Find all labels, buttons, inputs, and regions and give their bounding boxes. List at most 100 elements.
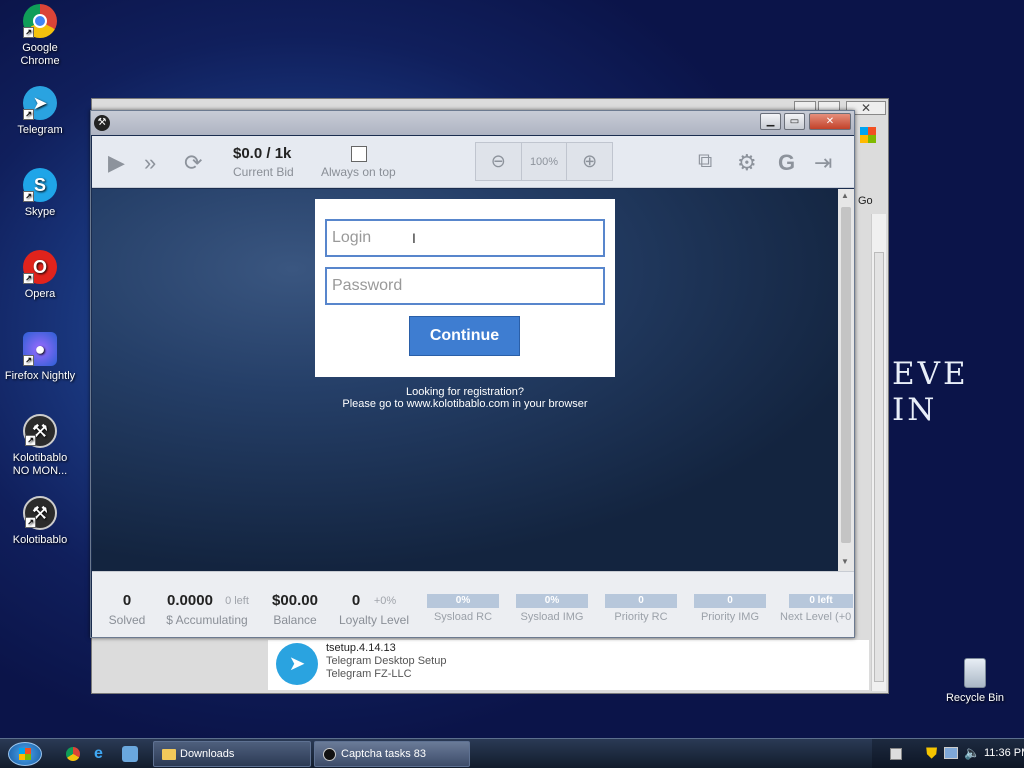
registration-url: Please go to www.kolotibablo.com in your… bbox=[342, 398, 588, 410]
desktop-icon-label: Kolotibablo NO MON... bbox=[12, 452, 68, 477]
sysload-img-label: Sysload IMG bbox=[520, 611, 584, 623]
loyalty-pct: +0% bbox=[373, 595, 397, 607]
telegram-icon: ➤ bbox=[276, 643, 318, 685]
desktop-icon-firefox-nightly[interactable]: ● ↗ Firefox Nightly bbox=[4, 332, 76, 383]
download-publisher: Telegram FZ-LLC bbox=[326, 668, 412, 680]
title-bar[interactable]: ⚒ ▁ ▭ ✕ bbox=[91, 111, 854, 135]
app-logo-icon: ⚒ bbox=[94, 115, 110, 131]
gear-icon[interactable]: ⚙ bbox=[737, 150, 757, 176]
taskbar-item-label: Captcha tasks 83 bbox=[341, 748, 426, 760]
firefox-nightly-icon: ● ↗ bbox=[23, 332, 57, 366]
desktop-icon-chrome[interactable]: ↗ Google Chrome bbox=[4, 4, 76, 68]
desktop-icon-label: Telegram bbox=[17, 124, 63, 136]
solved-label: Solved bbox=[108, 613, 146, 627]
download-filename: tsetup.4.14.13 bbox=[326, 642, 396, 654]
accumulating-left: 0 left bbox=[225, 595, 249, 607]
system-tray: ⛊ 🔈 11:36 PM bbox=[872, 739, 1024, 768]
play-icon[interactable]: ▶ bbox=[108, 150, 125, 176]
folder-icon bbox=[162, 749, 176, 760]
sysload-rc-bar: 0% bbox=[427, 594, 499, 608]
bg-scrollbar[interactable] bbox=[871, 214, 886, 691]
google-icon[interactable]: G bbox=[778, 150, 795, 176]
toolbar: ▶ » ⟳ $0.0 / 1k Current Bid Always on to… bbox=[92, 136, 854, 188]
keyboard-icon[interactable] bbox=[890, 748, 902, 760]
wallpaper-text: EVE IN bbox=[892, 356, 969, 428]
scroll-down-icon[interactable]: ▼ bbox=[841, 557, 849, 566]
chrome-icon: ↗ bbox=[23, 4, 57, 38]
desktop-icon-recycle-bin[interactable]: Recycle Bin bbox=[939, 658, 1011, 705]
security-shield-icon[interactable]: ⛊ bbox=[926, 745, 937, 762]
maximize-button[interactable]: ▭ bbox=[784, 113, 805, 130]
taskbar: e Downloads Captcha tasks 83 ⛊ 🔈 11:36 P… bbox=[0, 738, 1024, 768]
desktop-icon-label: Google Chrome bbox=[20, 42, 60, 67]
login-form: Login I Password Continue bbox=[315, 199, 615, 377]
download-description: Telegram Desktop Setup bbox=[326, 655, 447, 667]
refresh-icon[interactable]: ⟳ bbox=[184, 150, 202, 176]
zoom-level[interactable]: 100% bbox=[522, 143, 568, 180]
kolotibablo-icon bbox=[323, 748, 336, 761]
scroll-up-icon[interactable]: ▲ bbox=[841, 191, 849, 200]
priority-rc-label: Priority RC bbox=[614, 611, 668, 623]
zoom-controls: ⊖ 100% ⊕ bbox=[475, 142, 613, 181]
balance-value: $00.00 bbox=[272, 592, 318, 609]
desktop-icon-label: Kolotibablo bbox=[12, 534, 68, 546]
captcha-app-window: ⚒ ▁ ▭ ✕ ▶ » ⟳ $0.0 / 1k Current Bid Alwa… bbox=[90, 110, 855, 638]
zoom-out-icon[interactable]: ⊖ bbox=[476, 143, 522, 180]
minimize-button[interactable]: ▁ bbox=[760, 113, 781, 130]
start-button[interactable] bbox=[8, 742, 42, 766]
close-button[interactable]: ✕ bbox=[809, 113, 851, 130]
taskbar-item-downloads[interactable]: Downloads bbox=[153, 741, 311, 767]
current-bid-label: Current Bid bbox=[233, 165, 294, 179]
continue-button[interactable]: Continue bbox=[409, 316, 520, 356]
quicklaunch-explorer-icon[interactable] bbox=[122, 746, 138, 762]
recycle-bin-icon bbox=[964, 658, 986, 688]
priority-img-bar: 0 bbox=[694, 594, 766, 608]
priority-rc-bar: 0 bbox=[605, 594, 677, 608]
desktop-icon-skype[interactable]: S ↗ Skype bbox=[4, 168, 76, 219]
zoom-in-icon[interactable]: ⊕ bbox=[567, 143, 612, 180]
skype-icon: S ↗ bbox=[23, 168, 57, 202]
kolotibablo-icon: ⚒ ↗ bbox=[23, 414, 57, 448]
accumulating-value: 0.0000 bbox=[167, 592, 213, 609]
desktop-icon-label: Recycle Bin bbox=[945, 692, 1005, 704]
loyalty-label: Loyalty Level bbox=[338, 613, 410, 627]
desktop-icon-label: Firefox Nightly bbox=[4, 370, 76, 382]
content-area: Login I Password Continue Looking for re… bbox=[92, 189, 838, 571]
content-scrollbar[interactable]: ▲ ▼ bbox=[838, 189, 854, 571]
download-item[interactable]: ➤ tsetup.4.14.13 Telegram Desktop Setup … bbox=[268, 640, 869, 690]
desktop-icon-opera[interactable]: O ↗ Opera bbox=[4, 250, 76, 301]
loyalty-value: 0 bbox=[351, 592, 361, 609]
desktop-icon-kolotibablo[interactable]: ⚒ ↗ Kolotibablo bbox=[4, 496, 76, 547]
volume-icon[interactable]: 🔈 bbox=[964, 745, 980, 761]
password-input[interactable]: Password bbox=[325, 267, 605, 305]
desktop-icon-kolotibablo-nomon[interactable]: ⚒ ↗ Kolotibablo NO MON... bbox=[4, 414, 76, 478]
network-icon[interactable] bbox=[944, 747, 958, 759]
telegram-icon: ➤ ↗ bbox=[23, 86, 57, 120]
desktop-icon-label: Opera bbox=[24, 288, 56, 300]
next-level-label: Next Level (+0 bbox=[780, 611, 852, 623]
login-input[interactable]: Login bbox=[325, 219, 605, 257]
logout-icon[interactable]: ⇥ bbox=[814, 150, 832, 176]
taskbar-item-label: Downloads bbox=[180, 748, 235, 760]
always-on-top-label: Always on top bbox=[321, 165, 396, 179]
clock[interactable]: 11:36 PM bbox=[984, 747, 1024, 759]
solved-value: 0 bbox=[122, 592, 132, 609]
current-bid-value: $0.0 / 1k bbox=[233, 145, 292, 162]
opera-icon: O ↗ bbox=[23, 250, 57, 284]
sysload-rc-label: Sysload RC bbox=[433, 611, 493, 623]
sysload-img-bar: 0% bbox=[516, 594, 588, 608]
taskbar-item-captcha[interactable]: Captcha tasks 83 bbox=[314, 741, 470, 767]
quicklaunch-chrome-icon[interactable] bbox=[66, 747, 80, 761]
fast-forward-icon[interactable]: » bbox=[144, 150, 156, 176]
go-button[interactable]: Go bbox=[858, 195, 873, 207]
balance-label: Balance bbox=[273, 613, 317, 627]
next-level-bar: 0 left bbox=[789, 594, 853, 608]
new-window-icon[interactable]: ⧉ bbox=[698, 150, 712, 173]
quicklaunch-ie-icon[interactable]: e bbox=[94, 745, 103, 763]
always-on-top-checkbox[interactable] bbox=[351, 146, 367, 162]
desktop-icon-telegram[interactable]: ➤ ↗ Telegram bbox=[4, 86, 76, 137]
windows-logo-icon bbox=[19, 748, 31, 760]
registration-hint: Looking for registration? bbox=[405, 386, 524, 398]
accumulating-label: $ Accumulating bbox=[166, 613, 248, 627]
kolotibablo-icon: ⚒ ↗ bbox=[23, 496, 57, 530]
